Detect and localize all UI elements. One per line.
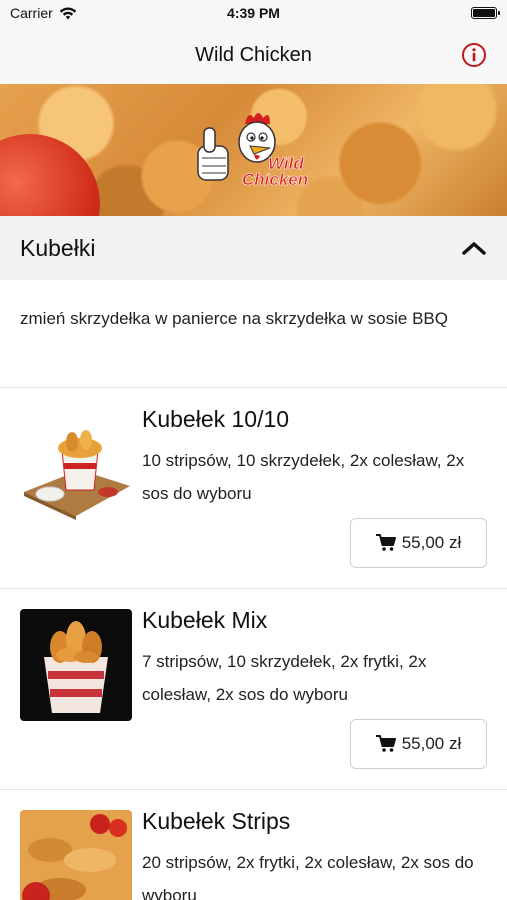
cart-icon — [375, 735, 396, 752]
cart-icon — [375, 534, 396, 551]
wild-chicken-logo: Wild Chicken — [190, 106, 320, 196]
status-time: 4:39 PM — [227, 5, 280, 21]
product-item-kubelek-10-10[interactable]: Kubełek 10/10 10 stripsów, 10 skrzydełek… — [0, 388, 507, 588]
add-to-cart-button[interactable]: 55,00 zł — [350, 518, 487, 568]
page-title: Wild Chicken — [195, 43, 312, 66]
category-header-kubelki[interactable]: Kubełki — [0, 216, 507, 280]
price-label: 55,00 zł — [401, 734, 462, 753]
category-note: zmień skrzydełka w panierce na skrzydełk… — [20, 309, 448, 328]
product-image — [20, 609, 132, 721]
logo-text-wild: Wild — [268, 154, 304, 173]
status-bar: Carrier 4:39 PM — [0, 0, 507, 26]
product-item-kubelek-strips[interactable]: Kubełek Strips 20 stripsów, 2x frytki, 2… — [0, 790, 507, 900]
product-description: 20 stripsów, 2x frytki, 2x colesław, 2x … — [142, 853, 474, 900]
battery-icon — [471, 7, 500, 19]
category-title: Kubełki — [20, 234, 96, 261]
nav-bar: Wild Chicken — [0, 26, 507, 84]
info-icon[interactable] — [461, 42, 487, 68]
price-label: 55,00 zł — [401, 533, 462, 552]
product-name: Kubełek Mix — [142, 607, 268, 633]
product-description: 7 stripsów, 10 skrzydełek, 2x frytki, 2x… — [142, 652, 427, 704]
product-image — [20, 408, 132, 520]
chevron-up-icon[interactable] — [461, 240, 487, 256]
tomato-image — [0, 134, 100, 216]
add-to-cart-button[interactable]: 55,00 zł — [350, 719, 487, 769]
hero-banner: Wild Chicken — [0, 84, 507, 216]
logo-text-chicken: Chicken — [242, 170, 309, 189]
product-item-kubelek-mix[interactable]: Kubełek Mix 7 stripsów, 10 skrzydełek, 2… — [0, 589, 507, 789]
product-description: 10 stripsów, 10 skrzydełek, 2x colesław,… — [142, 451, 465, 503]
product-name: Kubełek Strips — [142, 808, 291, 834]
product-image — [20, 810, 132, 900]
product-name: Kubełek 10/10 — [142, 406, 290, 432]
